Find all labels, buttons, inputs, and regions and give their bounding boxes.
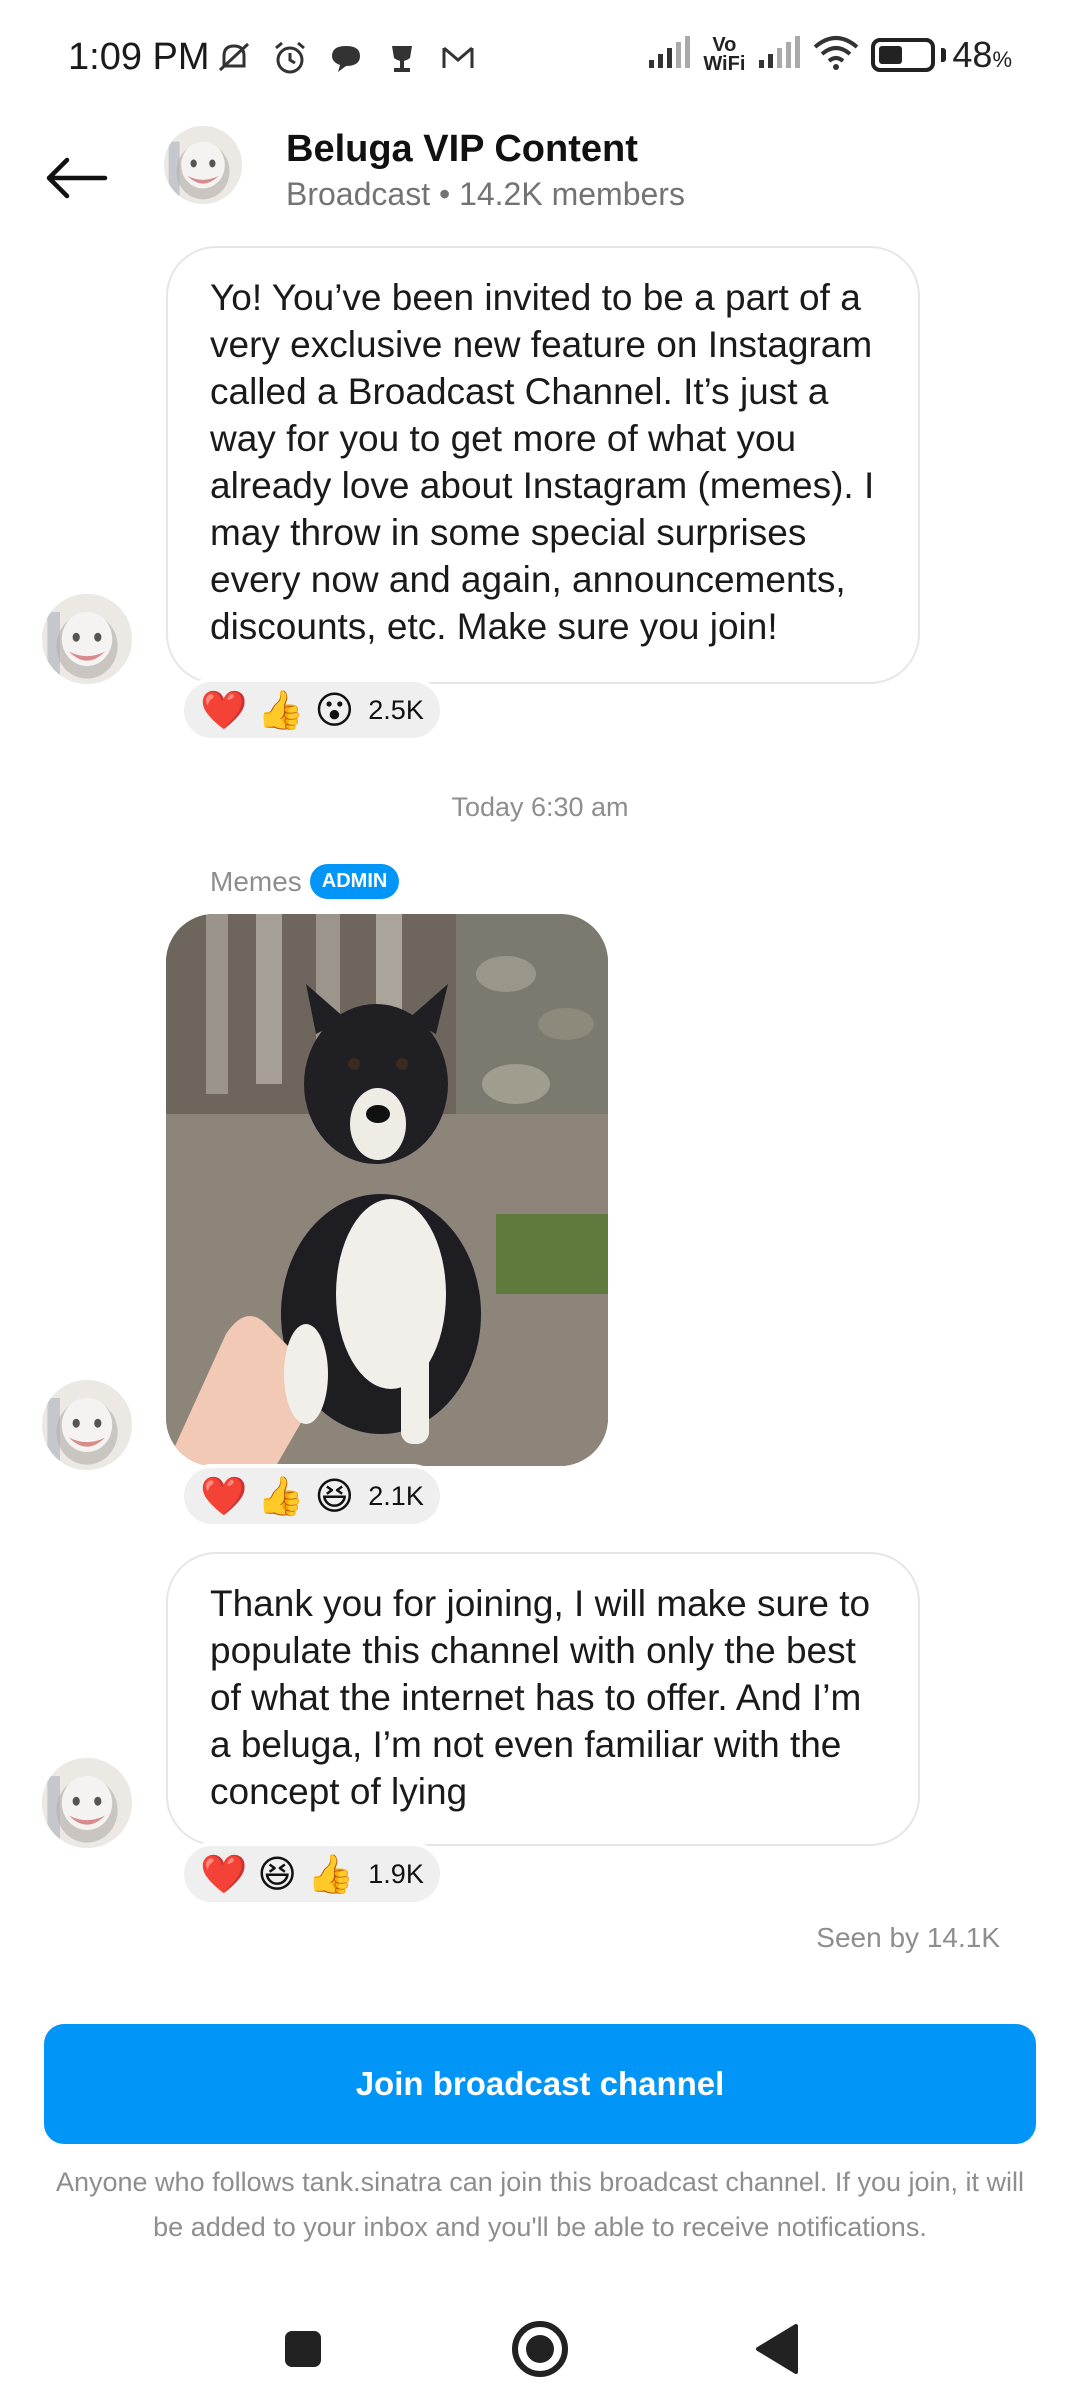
back-triangle-icon — [756, 2324, 798, 2374]
join-broadcast-button[interactable]: Join broadcast channel — [44, 2024, 1036, 2144]
battery-indicator: 48% — [871, 34, 1012, 76]
reactions-bar[interactable]: ❤️ 👍 😮 2.5K — [180, 678, 444, 742]
message-photo[interactable] — [166, 914, 608, 1466]
back-button[interactable] — [36, 138, 116, 218]
battery-icon — [871, 38, 936, 72]
laughing-reaction: 😆 — [257, 1852, 297, 1896]
reaction-count: 2.5K — [368, 694, 424, 725]
wow-reaction: 😮 — [314, 688, 355, 732]
back-nav-button[interactable] — [742, 2314, 812, 2384]
channel-header: Beluga VIP Content Broadcast • 14.2K mem… — [0, 118, 1080, 238]
gmail-icon — [438, 38, 478, 78]
arrow-left-icon — [46, 157, 108, 199]
sender-avatar[interactable] — [42, 594, 132, 684]
laughing-reaction: 😆 — [314, 1474, 355, 1518]
thumbs-up-reaction: 👍 — [306, 1852, 355, 1896]
recents-button[interactable] — [268, 2314, 338, 2384]
mute-bell-icon — [214, 38, 254, 78]
status-time: 1:09 PM — [68, 36, 210, 78]
thumbs-up-reaction: 👍 — [257, 688, 305, 732]
thumbs-up-reaction: 👍 — [257, 1474, 305, 1518]
wifi-icon — [813, 35, 859, 76]
timestamp: Today 6:30 am — [451, 792, 629, 822]
channel-avatar[interactable] — [164, 126, 242, 204]
sender-avatar[interactable] — [42, 1758, 132, 1848]
message-text: Thank you for joining, I will make sure … — [210, 1583, 871, 1812]
message-bubble[interactable]: Yo! You’ve been invited to be a part of … — [166, 246, 920, 684]
dog-photo-image — [166, 914, 608, 1466]
seen-indicator[interactable]: Seen by 14.1K — [816, 1922, 1000, 1954]
battery-percent: 48% — [952, 34, 1012, 75]
chat-icon — [326, 38, 366, 78]
signal-icon — [647, 35, 691, 75]
alarm-icon — [270, 38, 310, 78]
reaction-count: 2.1K — [368, 1480, 424, 1511]
reactions-bar[interactable]: ❤️ 👍 😆 2.1K — [180, 1464, 444, 1528]
system-status: Vo WiFi 48% — [647, 34, 1012, 76]
home-button[interactable] — [505, 2314, 575, 2384]
heart-reaction: ❤️ — [200, 688, 248, 732]
message-text: Yo! You’ve been invited to be a part of … — [210, 277, 875, 647]
notification-icons — [214, 38, 478, 78]
sender-row: Memes ADMIN — [210, 864, 400, 899]
status-bar: 1:09 PM Vo WiFi 48% — [0, 0, 1080, 118]
system-navbar — [0, 2290, 1080, 2400]
heart-reaction: ❤️ — [200, 1852, 248, 1896]
reactions-bar[interactable]: ❤️ 😆 👍 1.9K — [180, 1842, 444, 1906]
recents-square-icon — [285, 2331, 321, 2367]
channel-title[interactable]: Beluga VIP Content — [286, 128, 638, 171]
sender-avatar[interactable] — [42, 1380, 132, 1470]
channel-subtitle: Broadcast • 14.2K members — [286, 176, 685, 212]
vowifi-indicator: Vo WiFi — [703, 34, 746, 75]
heart-reaction: ❤️ — [200, 1474, 248, 1518]
message-bubble[interactable]: Thank you for joining, I will make sure … — [166, 1552, 920, 1846]
trophy-icon — [382, 38, 422, 78]
home-circle-icon — [512, 2321, 568, 2377]
admin-badge: ADMIN — [309, 864, 400, 899]
signal-icon-2 — [757, 35, 801, 75]
sender-name: Memes — [210, 865, 302, 897]
join-disclaimer: Anyone who follows tank.sinatra can join… — [55, 2167, 1025, 2242]
reaction-count: 1.9K — [368, 1858, 424, 1889]
